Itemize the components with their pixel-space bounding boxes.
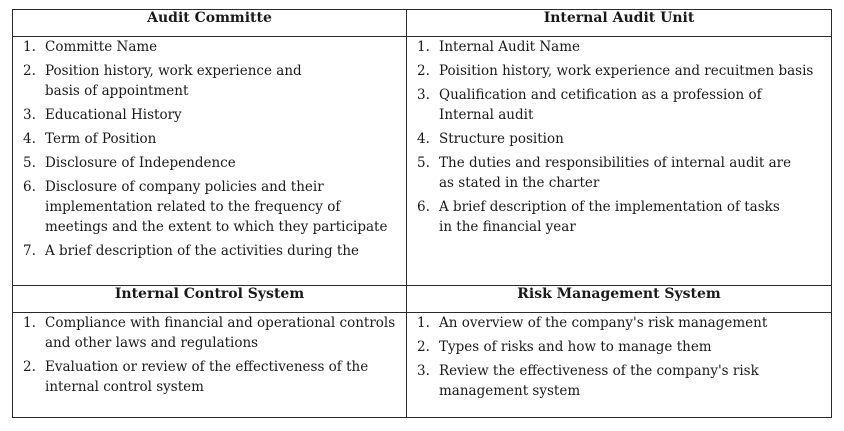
- item-number: 1.: [417, 315, 430, 331]
- item-text: The duties and responsibilities of inter…: [439, 155, 792, 191]
- body-row-bottom: 1. Compliance with financial and operatio…: [12, 312, 832, 418]
- item-text: Compliance with financial and operationa…: [45, 315, 396, 351]
- risk-management-system-list: 1. An overview of the company's risk mana…: [407, 313, 831, 401]
- audit-committee-cell: 1. Committe Name 2. Position history, work …: [12, 36, 407, 286]
- list-item: 2. Evaluation or review of the effectiven…: [13, 357, 406, 397]
- item-number: 6.: [417, 199, 430, 215]
- governance-disclosure-table: Audit Committe Internal Audit Unit 1. Com…: [12, 9, 832, 418]
- item-number: 4.: [23, 131, 36, 147]
- list-item: 5. The duties and responsibilities of int…: [407, 153, 831, 193]
- list-item: 3. Qualification and cetification as a pr…: [407, 85, 831, 125]
- list-item: 1. Committe Name: [13, 37, 406, 57]
- internal-audit-unit-list: 1. Internal Audit Name 2. Poisition history…: [407, 37, 831, 237]
- internal-audit-unit-cell: 1. Internal Audit Name 2. Poisition history…: [406, 36, 832, 286]
- internal-audit-unit-header: Internal Audit Unit: [406, 9, 832, 37]
- internal-control-system-header: Internal Control System: [12, 285, 407, 313]
- item-text: Evaluation or review of the effectivenes…: [45, 359, 369, 395]
- item-text: Disclosure of company policies and their…: [45, 179, 388, 235]
- item-text: Internal Audit Name: [439, 39, 581, 55]
- list-item: 4. Structure position: [407, 129, 831, 149]
- item-number: 2.: [23, 63, 36, 79]
- item-text: Review the effectiveness of the company'…: [439, 363, 759, 399]
- risk-management-system-header: Risk Management System: [406, 285, 832, 313]
- item-text: An overview of the company's risk manage…: [439, 315, 768, 331]
- header-row-top: Audit Committe Internal Audit Unit: [12, 9, 832, 37]
- item-text: Disclosure of Independence: [45, 155, 236, 171]
- item-number: 4.: [417, 131, 430, 147]
- list-item: 3. Review the effectiveness of the compan…: [407, 361, 831, 401]
- list-item: 2. Types of risks and how to manage them: [407, 337, 831, 357]
- item-number: 1.: [23, 39, 36, 55]
- item-number: 5.: [417, 155, 430, 171]
- list-item: 1. Internal Audit Name: [407, 37, 831, 57]
- list-item: 7. A brief description of the activities …: [13, 241, 406, 261]
- item-text: Types of risks and how to manage them: [439, 339, 712, 355]
- audit-committee-header: Audit Committe: [12, 9, 407, 37]
- list-item: 5. Disclosure of Independence: [13, 153, 406, 173]
- item-text: Educational History: [45, 107, 182, 123]
- list-item: 2. Poisition history, work experience and…: [407, 61, 831, 81]
- list-item: 1. Compliance with financial and operatio…: [13, 313, 406, 353]
- item-text: Position history, work experience and ba…: [45, 63, 302, 99]
- item-text: Structure position: [439, 131, 564, 147]
- list-item: 3. Educational History: [13, 105, 406, 125]
- list-item: 6. A brief description of the implementat…: [407, 197, 831, 237]
- item-number: 2.: [417, 63, 430, 79]
- list-item: 1. An overview of the company's risk mana…: [407, 313, 831, 333]
- item-number: 3.: [23, 107, 36, 123]
- list-item: 4. Term of Position: [13, 129, 406, 149]
- item-number: 5.: [23, 155, 36, 171]
- list-item: 6. Disclosure of company policies and the…: [13, 177, 406, 237]
- list-item: 2. Position history, work experience and …: [13, 61, 406, 101]
- item-text: A brief description of the activities du…: [45, 243, 360, 259]
- item-text: Qualification and cetification as a prof…: [439, 87, 762, 123]
- item-number: 7.: [23, 243, 36, 259]
- item-text: Term of Position: [45, 131, 157, 147]
- item-text: Poisition history, work experience and r…: [439, 63, 814, 79]
- item-number: 2.: [23, 359, 36, 375]
- item-number: 1.: [417, 39, 430, 55]
- item-number: 3.: [417, 363, 430, 379]
- internal-control-system-cell: 1. Compliance with financial and operatio…: [12, 312, 407, 418]
- risk-management-system-cell: 1. An overview of the company's risk mana…: [406, 312, 832, 418]
- item-number: 3.: [417, 87, 430, 103]
- item-number: 2.: [417, 339, 430, 355]
- audit-committee-list: 1. Committe Name 2. Position history, work …: [13, 37, 406, 261]
- item-number: 1.: [23, 315, 36, 331]
- internal-control-system-list: 1. Compliance with financial and operatio…: [13, 313, 406, 397]
- header-row-bottom: Internal Control System Risk Management …: [12, 285, 832, 313]
- body-row-top: 1. Committe Name 2. Position history, work …: [12, 36, 832, 286]
- item-text: Committe Name: [45, 39, 158, 55]
- item-text: A brief description of the implementatio…: [439, 199, 780, 235]
- item-number: 6.: [23, 179, 36, 195]
